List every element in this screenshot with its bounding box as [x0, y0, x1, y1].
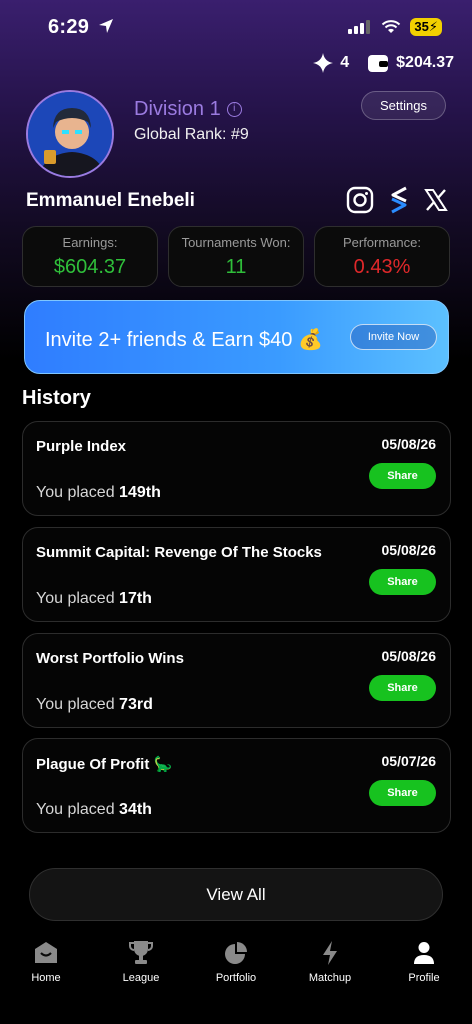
- history-card[interactable]: Purple Index 05/08/26 You placed 149th S…: [22, 421, 451, 516]
- placement-text: You placed 73rd: [36, 696, 153, 714]
- instagram-icon[interactable]: [346, 186, 374, 214]
- location-arrow-icon: [99, 19, 114, 33]
- earnings-card: Earnings: $604.37: [22, 226, 158, 287]
- placement-prefix: You placed: [36, 590, 115, 607]
- stocktwits-icon[interactable]: [390, 186, 408, 214]
- tournament-date: 05/08/26: [381, 542, 437, 558]
- nav-label: League: [122, 972, 160, 984]
- placement-text: You placed 149th: [36, 484, 161, 502]
- performance-label: Performance:: [342, 235, 422, 250]
- share-button[interactable]: Share: [369, 675, 436, 701]
- performance-value: 0.43%: [353, 256, 411, 278]
- top-balance-bar: 4 $204.37: [313, 53, 454, 73]
- history-card[interactable]: Plague Of Profit 🦕 05/07/26 You placed 3…: [22, 738, 451, 833]
- tournament-name: Plague Of Profit 🦕: [36, 756, 173, 773]
- share-button[interactable]: Share: [369, 463, 436, 489]
- placement-text: You placed 34th: [36, 801, 152, 819]
- placement-prefix: You placed: [36, 801, 115, 818]
- performance-card: Performance: 0.43%: [314, 226, 450, 287]
- avatar-illustration: [28, 92, 112, 176]
- cellular-signal-icon: [348, 20, 371, 34]
- battery-indicator: 35⚡: [410, 18, 442, 36]
- gems-count: 4: [340, 54, 350, 71]
- sparkle-icon: [313, 53, 334, 73]
- tournaments-won-card: Tournaments Won: 11: [168, 226, 304, 287]
- placement-text: You placed 17th: [36, 590, 152, 608]
- history-card[interactable]: Summit Capital: Revenge Of The Stocks 05…: [22, 527, 451, 622]
- x-logo-icon[interactable]: [424, 188, 448, 212]
- placement-value: 149th: [119, 484, 161, 501]
- placement-value: 73rd: [119, 696, 153, 713]
- person-icon: [414, 942, 434, 964]
- lightning-icon: [323, 941, 337, 965]
- trophy-icon: [129, 941, 153, 964]
- view-all-button[interactable]: View All: [29, 868, 443, 921]
- earnings-value: $604.37: [53, 256, 127, 278]
- pie-chart-icon: [225, 942, 247, 964]
- history-card[interactable]: Worst Portfolio Wins 05/08/26 You placed…: [22, 633, 451, 728]
- placement-value: 34th: [119, 801, 152, 818]
- wallet-balance[interactable]: $204.37: [367, 53, 454, 73]
- invite-message: Invite 2+ friends & Earn $40: [45, 329, 293, 351]
- invite-text: Invite 2+ friends & Earn $40 💰: [45, 327, 323, 352]
- share-button[interactable]: Share: [369, 780, 436, 806]
- earnings-label: Earnings:: [62, 235, 118, 250]
- tournament-date: 05/08/26: [381, 648, 437, 664]
- nav-league[interactable]: League: [101, 940, 181, 984]
- history-heading: History: [22, 387, 91, 409]
- status-icons: 35⚡: [348, 18, 442, 36]
- social-links: [346, 186, 448, 214]
- tournament-name: Purple Index: [36, 438, 127, 455]
- tournament-name: Worst Portfolio Wins: [36, 650, 184, 667]
- info-icon[interactable]: i: [226, 102, 242, 117]
- global-rank: Global Rank: #9: [134, 126, 249, 143]
- settings-button[interactable]: Settings: [361, 91, 446, 120]
- nav-label: Profile: [408, 972, 440, 984]
- home-icon: [35, 942, 57, 963]
- nav-label: Portfolio: [215, 972, 257, 984]
- wallet-icon: [368, 55, 389, 72]
- invite-now-button[interactable]: Invite Now: [350, 324, 437, 350]
- nav-home[interactable]: Home: [6, 940, 86, 984]
- placement-prefix: You placed: [36, 484, 115, 501]
- money-bag-icon: 💰: [297, 329, 323, 351]
- tournament-name: Summit Capital: Revenge Of The Stocks: [36, 544, 322, 561]
- nav-label: Home: [31, 972, 61, 984]
- placement-value: 17th: [119, 590, 152, 607]
- user-name: Emmanuel Enebeli: [26, 190, 195, 211]
- avatar[interactable]: [26, 90, 114, 178]
- placement-prefix: You placed: [36, 696, 115, 713]
- tournament-date: 05/07/26: [381, 753, 437, 769]
- nav-matchup[interactable]: Matchup: [290, 940, 370, 984]
- share-button[interactable]: Share: [369, 569, 436, 595]
- tournaments-won-value: 11: [225, 256, 247, 278]
- gems-counter[interactable]: 4: [313, 53, 349, 73]
- tournaments-won-label: Tournaments Won:: [181, 235, 291, 250]
- balance-amount: $204.37: [396, 54, 454, 71]
- wifi-icon: [382, 20, 401, 33]
- nav-portfolio[interactable]: Portfolio: [196, 940, 276, 984]
- division-label: Division 1 i: [134, 98, 242, 121]
- nav-label: Matchup: [308, 972, 352, 984]
- tournament-date: 05/08/26: [381, 436, 437, 452]
- nav-profile[interactable]: Profile: [384, 940, 464, 984]
- division-text: Division 1: [134, 98, 221, 120]
- status-time: 6:29: [48, 16, 114, 39]
